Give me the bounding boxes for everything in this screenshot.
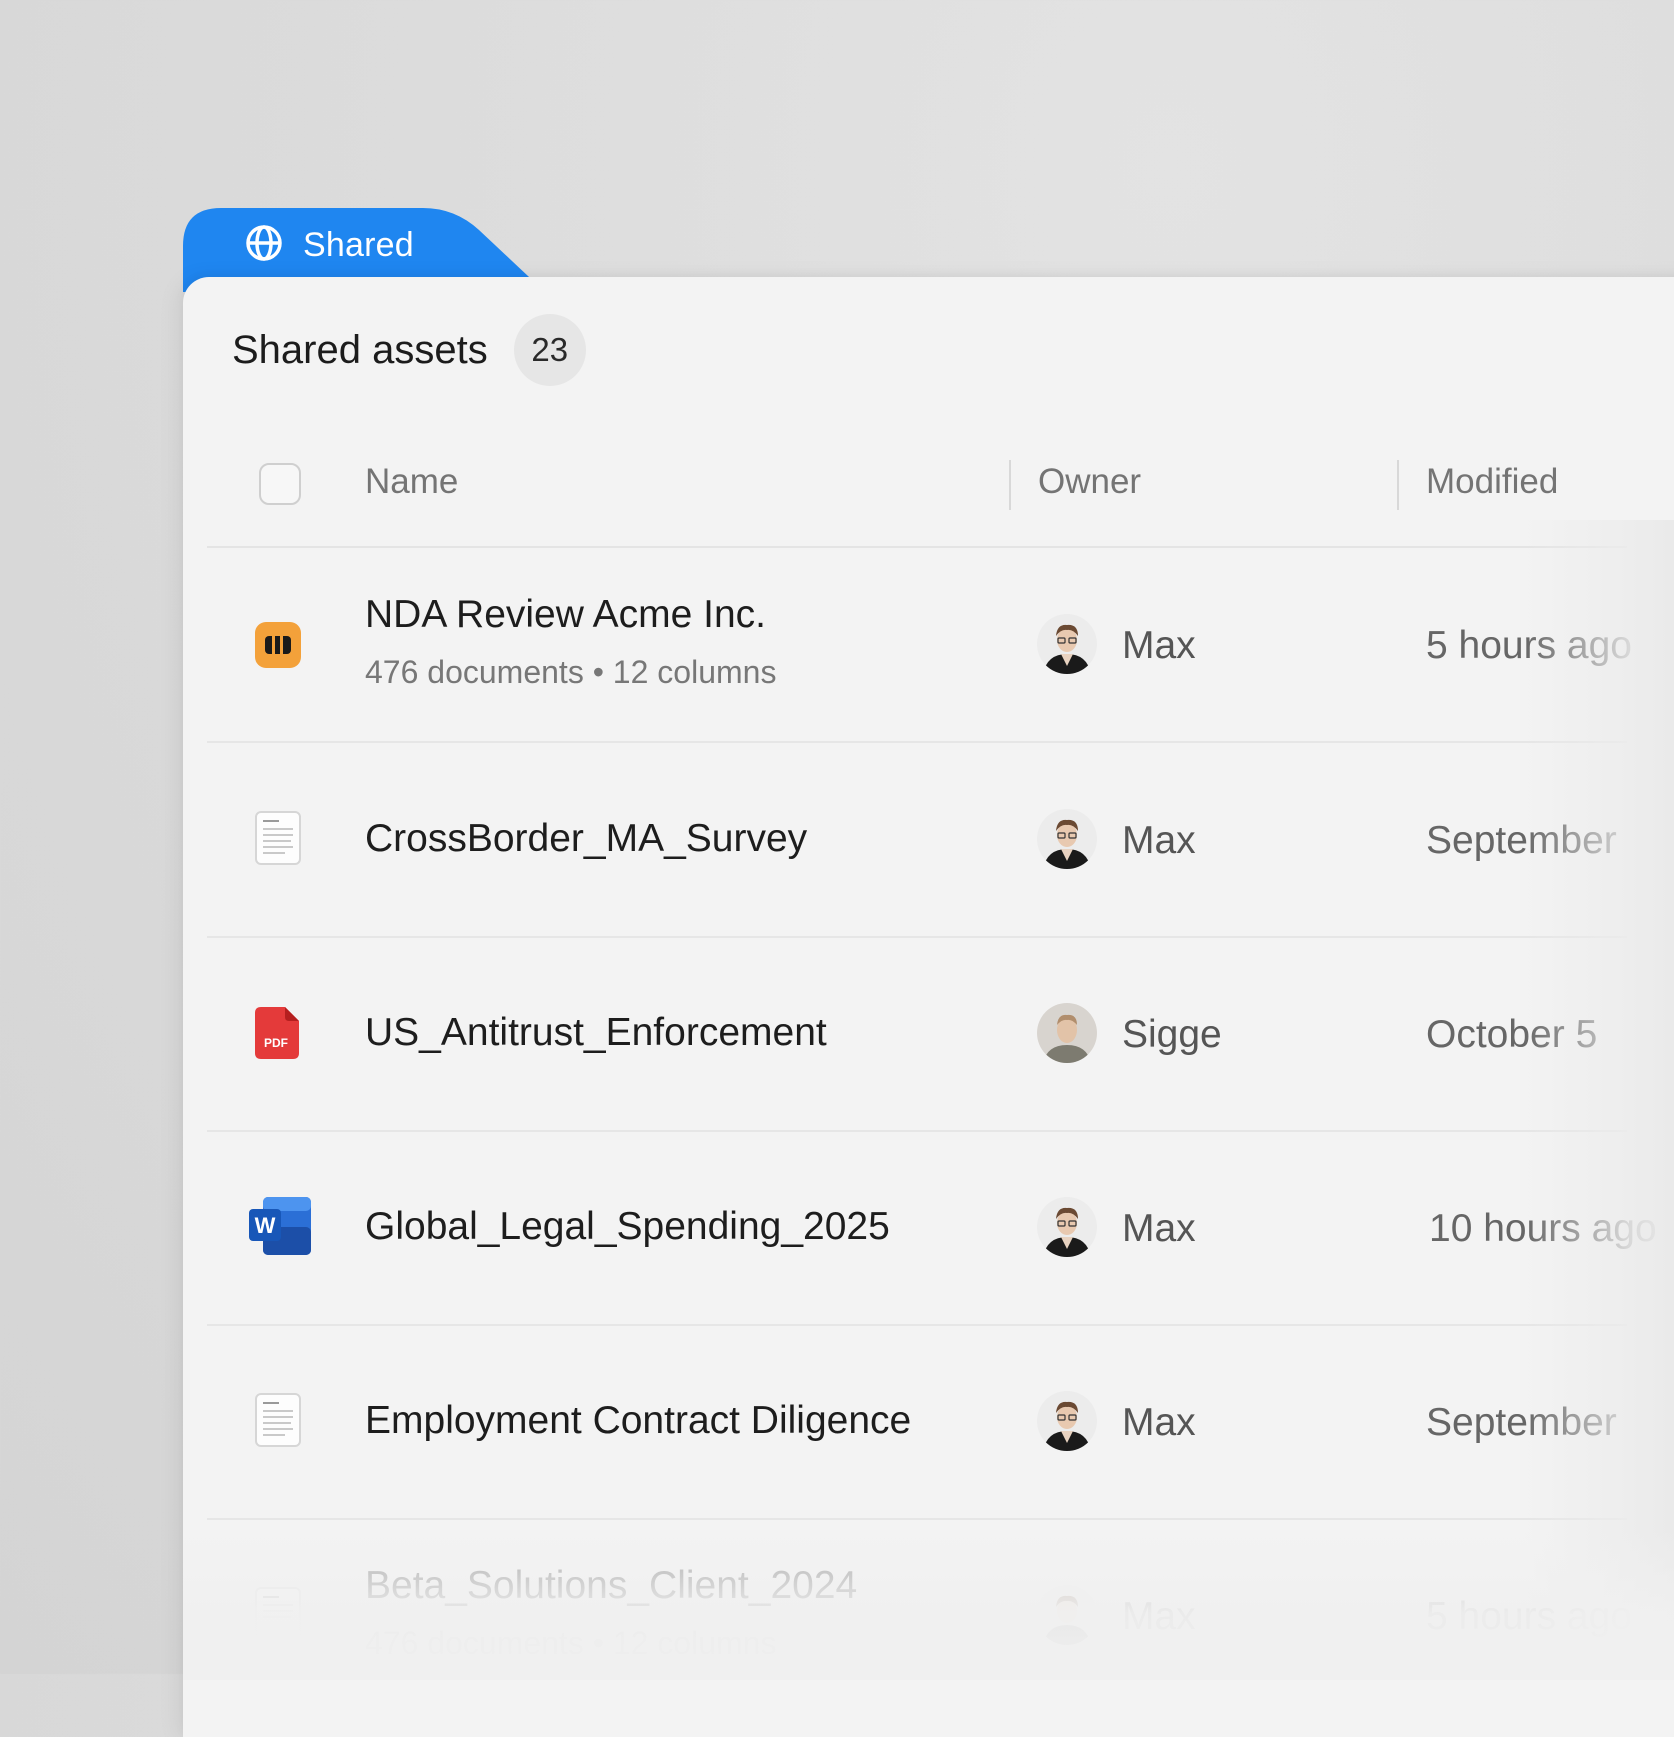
table-header: Name Owner Modified — [207, 440, 1627, 548]
avatar — [1037, 1391, 1097, 1451]
document-icon — [255, 811, 301, 870]
svg-text:PDF: PDF — [264, 1036, 288, 1050]
avatar — [1037, 1003, 1097, 1063]
modified-date: September — [1426, 1401, 1617, 1444]
owner-name: Max — [1122, 624, 1196, 667]
table-row[interactable]: Employment Contract Diligence Max Septem… — [207, 1325, 1627, 1520]
asset-name[interactable]: Beta_Solutions_Client_2024 — [365, 1564, 857, 1608]
pdf-icon: PDF — [255, 1007, 301, 1064]
column-resize-handle[interactable] — [1397, 460, 1399, 510]
select-all-checkbox[interactable] — [259, 463, 301, 505]
avatar — [1037, 1197, 1097, 1257]
section-header: Shared assets 23 — [232, 314, 586, 386]
table-row[interactable]: W Global_Legal_Spending_2025 Max 10 hour… — [207, 1131, 1657, 1326]
avatar — [1037, 1585, 1097, 1645]
globe-icon — [245, 224, 283, 267]
owner-name: Sigge — [1122, 1013, 1222, 1056]
modified-date: October 5 — [1426, 1013, 1598, 1056]
asset-name[interactable]: Employment Contract Diligence — [365, 1399, 911, 1443]
owner-name: Max — [1122, 1401, 1196, 1444]
svg-text:W: W — [255, 1213, 276, 1238]
column-resize-handle[interactable] — [1009, 460, 1011, 510]
column-header-modified[interactable]: Modified — [1426, 462, 1558, 502]
modified-date: 5 hours ago — [1426, 624, 1632, 667]
column-header-name[interactable]: Name — [365, 462, 458, 502]
asset-name[interactable]: NDA Review Acme Inc. — [365, 593, 766, 637]
table-row[interactable]: CrossBorder_MA_Survey Max September — [207, 743, 1627, 938]
modified-date: September — [1426, 819, 1617, 862]
asset-name[interactable]: Global_Legal_Spending_2025 — [365, 1205, 890, 1249]
word-icon: W — [249, 1197, 311, 1260]
page-title: Shared assets — [232, 327, 488, 372]
review-table-icon — [255, 622, 301, 673]
modified-date: 5 hours ago — [1426, 1595, 1632, 1638]
asset-name[interactable]: US_Antitrust_Enforcement — [365, 1011, 827, 1055]
owner-name: Max — [1122, 819, 1196, 862]
asset-subtitle: 476 documents • 12 columns — [365, 654, 777, 690]
table-row[interactable]: Beta_Solutions_Client_2024 476 documents… — [207, 1519, 1632, 1712]
avatar — [1037, 614, 1097, 674]
document-icon — [255, 1587, 301, 1646]
asset-subtitle: 476 documents • 12 columns — [365, 1625, 777, 1661]
document-icon — [255, 1393, 301, 1452]
count-badge: 23 — [513, 314, 586, 386]
tab-label: Shared — [303, 226, 414, 264]
avatar — [1037, 809, 1097, 869]
modified-date: 10 hours ago — [1429, 1207, 1657, 1250]
asset-name[interactable]: CrossBorder_MA_Survey — [365, 817, 807, 861]
owner-name: Max — [1122, 1595, 1196, 1638]
table-row[interactable]: PDF US_Antitrust_Enforcement Sigge Octob… — [207, 937, 1627, 1132]
table-row[interactable]: NDA Review Acme Inc. 476 documents • 12 … — [207, 548, 1632, 743]
column-header-owner[interactable]: Owner — [1038, 462, 1141, 502]
owner-name: Max — [1122, 1207, 1196, 1250]
